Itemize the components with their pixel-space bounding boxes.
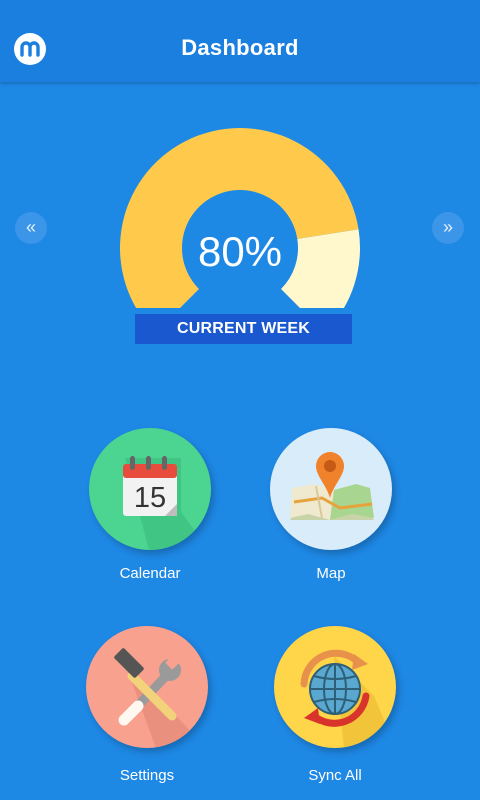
settings-label: Settings xyxy=(119,767,175,784)
gauge-value: 80% xyxy=(197,228,283,275)
app-header: Dashboard xyxy=(0,0,480,82)
map-pin-icon xyxy=(290,452,374,520)
calendar-circle[interactable]: 15 xyxy=(89,428,211,550)
calendar-icon: 15 xyxy=(123,456,209,550)
progress-gauge xyxy=(120,128,360,308)
page-title: Dashboard xyxy=(181,35,299,60)
globe-sync-icon xyxy=(300,649,396,748)
hammer-wrench-icon xyxy=(114,648,206,748)
settings-circle[interactable] xyxy=(86,626,208,748)
sync-all-circle[interactable] xyxy=(274,626,396,748)
sync-all-label: Sync All xyxy=(308,767,362,784)
calendar-label: Calendar xyxy=(119,565,181,582)
current-week-label: CURRENT WEEK xyxy=(135,314,352,344)
calendar-day-text: 15 xyxy=(134,482,166,514)
map-circle[interactable] xyxy=(270,428,392,550)
map-label: Map xyxy=(316,565,346,582)
